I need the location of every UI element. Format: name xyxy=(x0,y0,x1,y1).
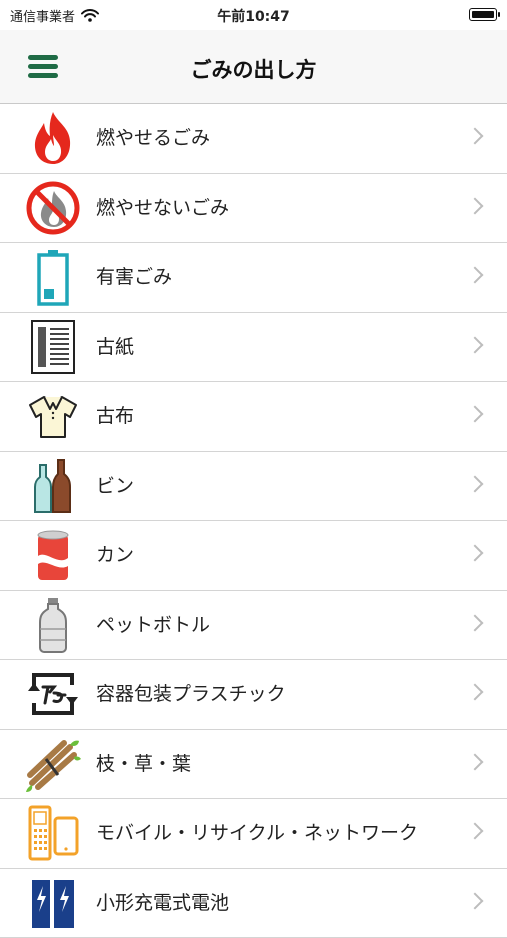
chevron-right-icon xyxy=(467,684,484,701)
list-item-label: 古布 xyxy=(96,382,134,450)
list-item-rechargeable-battery[interactable]: 小形充電式電池 xyxy=(0,869,507,938)
list-item-label: 小形充電式電池 xyxy=(96,869,229,937)
chevron-right-icon xyxy=(467,267,484,284)
list-item-plastic-packaging[interactable]: 容器包装プラスチック xyxy=(0,660,507,730)
can-icon xyxy=(24,526,82,584)
newspaper-icon xyxy=(24,318,82,376)
chevron-right-icon xyxy=(467,128,484,145)
chevron-right-icon xyxy=(467,336,484,353)
rechargeable-battery-icon xyxy=(24,874,82,932)
list-item-label: モバイル・リサイクル・ネットワーク xyxy=(96,799,418,867)
pet-bottle-icon xyxy=(24,596,82,654)
list-item-cans[interactable]: カン xyxy=(0,521,507,591)
no-burn-icon xyxy=(24,179,82,237)
list-item-label: 枝・草・葉 xyxy=(96,730,191,798)
list-item-label: ペットボトル xyxy=(96,591,210,659)
list-item-pet-bottles[interactable]: ペットボトル xyxy=(0,591,507,661)
fire-icon xyxy=(24,109,82,167)
chevron-right-icon xyxy=(467,197,484,214)
chevron-right-icon xyxy=(467,892,484,909)
list-item-burnable[interactable]: 燃やせるごみ xyxy=(0,104,507,174)
list-item-old-paper[interactable]: 古紙 xyxy=(0,313,507,383)
status-time: 午前10:47 xyxy=(0,6,507,26)
branches-icon xyxy=(24,735,82,793)
list-item-non-burnable[interactable]: 燃やせないごみ xyxy=(0,174,507,244)
list-item-label: 古紙 xyxy=(96,313,134,381)
navigation-bar: ごみの出し方 xyxy=(0,30,507,104)
list-item-label: カン xyxy=(96,521,134,589)
list-item-branches[interactable]: 枝・草・葉 xyxy=(0,730,507,800)
list-item-label: ビン xyxy=(96,452,134,520)
chevron-right-icon xyxy=(467,406,484,423)
chevron-right-icon xyxy=(467,614,484,631)
list-item-bottles[interactable]: ビン xyxy=(0,452,507,522)
list-item-label: 有害ごみ xyxy=(96,243,172,311)
list-item-old-cloth[interactable]: 古布 xyxy=(0,382,507,452)
shirt-icon xyxy=(24,387,82,445)
plastic-recycle-icon xyxy=(24,665,82,723)
list-item-label: 燃やせないごみ xyxy=(96,174,229,242)
list-item-label: 燃やせるごみ xyxy=(96,104,210,172)
page-title: ごみの出し方 xyxy=(0,54,507,84)
battery-icon xyxy=(469,8,497,21)
battery-icon xyxy=(24,248,82,306)
list-item-mobile-recycle[interactable]: モバイル・リサイクル・ネットワーク xyxy=(0,799,507,869)
chevron-right-icon xyxy=(467,475,484,492)
bottles-icon xyxy=(24,457,82,515)
status-bar: 通信事業者 午前10:47 xyxy=(0,0,507,30)
list-item-label: 容器包装プラスチック xyxy=(96,660,286,728)
chevron-right-icon xyxy=(467,545,484,562)
mobile-phone-icon xyxy=(24,804,82,862)
chevron-right-icon xyxy=(467,753,484,770)
list-item-hazardous[interactable]: 有害ごみ xyxy=(0,243,507,313)
garbage-category-list: 燃やせるごみ 燃やせないごみ 有害ごみ xyxy=(0,104,507,938)
chevron-right-icon xyxy=(467,823,484,840)
